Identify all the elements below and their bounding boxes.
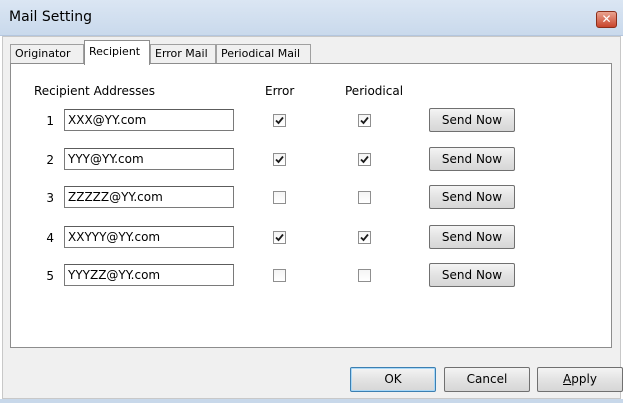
- recipient-address-input[interactable]: XXYYY@YY.com: [64, 226, 234, 248]
- apply-button[interactable]: Apply: [537, 367, 623, 392]
- tab-originator[interactable]: Originator: [10, 44, 84, 64]
- send-now-button[interactable]: Send Now: [429, 108, 515, 132]
- periodical-checkbox[interactable]: [358, 114, 371, 127]
- ok-button[interactable]: OK: [350, 367, 436, 392]
- periodical-header: Periodical: [345, 84, 404, 98]
- recipient-addresses-header: Recipient Addresses: [34, 84, 155, 98]
- cancel-button[interactable]: Cancel: [444, 367, 530, 392]
- periodical-checkbox[interactable]: [358, 269, 371, 282]
- error-checkbox[interactable]: [273, 114, 286, 127]
- row-number: 2: [46, 153, 54, 167]
- send-now-button[interactable]: Send Now: [429, 225, 515, 249]
- row-number: 3: [46, 191, 54, 205]
- error-checkbox[interactable]: [273, 153, 286, 166]
- send-now-button[interactable]: Send Now: [429, 147, 515, 171]
- periodical-checkbox[interactable]: [358, 191, 371, 204]
- periodical-checkbox[interactable]: [358, 231, 371, 244]
- recipient-address-input[interactable]: YYY@YY.com: [64, 148, 234, 170]
- tab-recipient[interactable]: Recipient: [84, 40, 150, 65]
- close-icon: ✕: [601, 12, 612, 26]
- tab-periodical-mail[interactable]: Periodical Mail: [216, 44, 311, 64]
- tab-error-mail[interactable]: Error Mail: [150, 44, 216, 64]
- row-number: 5: [46, 269, 54, 283]
- title-bar: Mail Setting ✕: [0, 0, 623, 36]
- window-bottom-border: [0, 399, 623, 403]
- error-checkbox[interactable]: [273, 269, 286, 282]
- error-header: Error: [265, 84, 295, 98]
- recipient-address-input[interactable]: XXX@YY.com: [64, 109, 234, 131]
- error-checkbox[interactable]: [273, 231, 286, 244]
- row-number: 4: [46, 231, 54, 245]
- close-button[interactable]: ✕: [596, 11, 617, 28]
- recipient-address-input[interactable]: ZZZZZ@YY.com: [64, 186, 234, 208]
- recipient-address-input[interactable]: YYYZZ@YY.com: [64, 264, 234, 286]
- send-now-button[interactable]: Send Now: [429, 185, 515, 209]
- periodical-checkbox[interactable]: [358, 153, 371, 166]
- error-checkbox[interactable]: [273, 191, 286, 204]
- send-now-button[interactable]: Send Now: [429, 263, 515, 287]
- row-number: 1: [46, 114, 54, 128]
- window-title: Mail Setting: [9, 9, 93, 25]
- mail-setting-window: Mail Setting ✕ Originator Recipient Erro…: [0, 0, 623, 403]
